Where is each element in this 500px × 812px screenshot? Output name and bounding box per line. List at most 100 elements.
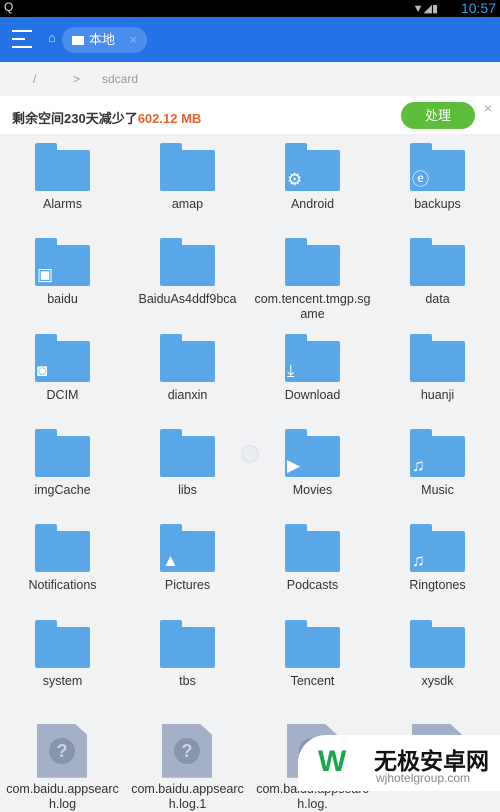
folder-icon [160,333,215,382]
folder-icon: ♫ [410,524,465,573]
tab-label: 本地 [89,32,116,47]
chevron-right-icon: > [73,72,81,86]
file-item[interactable]: ? com.baidu.appsearch.log.1 [125,712,250,811]
item-name: Pictures [164,578,211,593]
item-name: Notifications [28,578,97,593]
es-icon: ⓔ [412,170,429,189]
floating-dot[interactable] [241,445,259,463]
watermark-logo-icon: W [318,745,347,778]
app-bar: ⌂ 本地 × [0,17,500,62]
file-item[interactable]: ? com.baidu.appsearch.log [0,712,125,811]
folder-item[interactable]: com.tencent.tmgp.sgame [250,235,375,330]
folder-icon [410,619,465,668]
folder-item[interactable]: ⚙ Android [250,140,375,235]
folder-item[interactable]: ⓔ backups [375,140,500,235]
music-icon: ♫ [412,455,425,475]
folder-icon: ♫ [410,428,465,477]
folder-icon [35,524,90,573]
folder-item[interactable]: tbs [125,617,250,712]
item-name: Movies [292,482,333,497]
item-name: com.tencent.tmgp.sgame [254,292,371,322]
folder-icon [35,143,90,191]
item-name: Download [284,387,341,402]
item-name: tbs [179,673,196,688]
tab-local[interactable]: 本地 × [62,27,147,53]
search-status-icon: Q [4,0,14,14]
storage-icon [72,36,84,45]
folder-item[interactable]: Podcasts [250,521,375,616]
download-icon: ⤓ [287,360,295,380]
folder-item[interactable]: ◙ DCIM [0,331,125,426]
folder-item[interactable]: ▣ baidu [0,235,125,330]
folder-item[interactable]: Tencent [250,617,375,712]
item-name: baidu [47,292,78,307]
image-icon: ▲ [162,551,179,571]
folder-item[interactable]: ♫ Music [375,426,500,521]
folder-icon: ⓔ [410,143,465,191]
status-bar: Q ▼◢▮ 10:57 [0,0,500,17]
item-name: Music [421,482,454,497]
folder-icon [160,428,215,477]
folder-item[interactable]: dianxin [125,331,250,426]
signal-battery-icons: ▼◢▮ [412,3,438,15]
folder-item[interactable]: xysdk [375,617,500,712]
folder-icon [285,524,340,573]
breadcrumb-current[interactable]: sdcard [102,72,138,86]
banner-text: 剩余空间230天减少了 [12,111,138,126]
menu-icon[interactable] [12,30,32,48]
folder-item[interactable]: huanji [375,331,500,426]
item-name: backups [414,197,461,211]
item-name: Android [290,197,335,211]
folder-icon: ⚙ [285,143,340,191]
home-icon[interactable]: ⌂ [48,30,56,45]
folder-item[interactable]: data [375,235,500,330]
folder-item[interactable]: ♫ Ringtones [375,521,500,616]
item-name: BaiduAs4ddf9bca [138,292,237,307]
folder-icon [285,238,340,287]
folder-icon [410,238,465,287]
folder-item[interactable]: BaiduAs4ddf9bca [125,235,250,330]
folder-item[interactable]: Notifications [0,521,125,616]
item-name: libs [178,482,197,497]
music-icon: ♫ [412,551,425,571]
item-name: imgCache [34,482,91,497]
folder-icon [285,619,340,668]
folder-item[interactable]: libs [125,426,250,521]
folder-item[interactable]: ▲ Pictures [125,521,250,616]
handle-button[interactable]: 处理 [401,102,475,129]
unknown-file-icon: ? [162,723,212,778]
clock: 10:57 [460,0,496,16]
folder-item[interactable]: ▶ Movies [250,426,375,521]
item-name: Podcasts [286,578,339,593]
item-name: data [425,292,450,307]
item-name: Alarms [43,197,82,211]
folder-item[interactable]: ⤓ Download [250,331,375,426]
folder-icon [160,143,215,191]
folder-item[interactable]: imgCache [0,426,125,521]
gear-icon: ⚙ [287,170,303,189]
folder-icon [35,428,90,477]
close-tab-icon[interactable]: × [129,27,137,53]
close-icon[interactable]: × [484,100,492,116]
folder-icon: ⤓ [285,333,340,382]
app-icon: ▣ [37,265,54,285]
item-name: huanji [420,387,455,402]
breadcrumb-root[interactable]: / [33,72,36,86]
watermark-url: wjhotelgroup.com [376,771,471,785]
item-name: dianxin [167,387,208,402]
folder-item[interactable]: system [0,617,125,712]
item-name: Ringtones [409,578,466,593]
folder-icon [160,619,215,668]
item-name: com.baidu.appsearch.log.1 [131,781,244,811]
storage-banner: 剩余空间230天减少了602.12 MB 处理 × [0,96,500,134]
unknown-file-icon: ? [37,723,87,778]
play-icon: ▶ [287,455,301,475]
camera-icon: ◙ [37,360,48,380]
folder-item[interactable]: Alarms [0,140,125,235]
breadcrumb: / > sdcard [0,62,500,96]
item-name: amap [171,197,204,211]
folder-icon: ▣ [35,238,90,287]
item-name: system [42,673,83,688]
folder-icon: ◙ [35,333,90,382]
folder-item[interactable]: amap [125,140,250,235]
